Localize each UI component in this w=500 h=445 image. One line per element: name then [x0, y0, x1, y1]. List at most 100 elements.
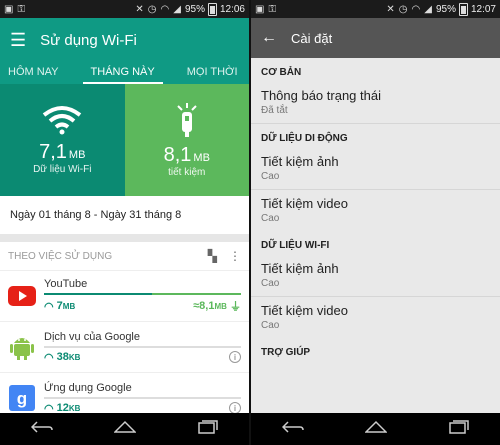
signal-icon: ◢ [173, 3, 181, 15]
back-arrow-icon[interactable]: ← [261, 29, 277, 47]
used-value: 12 [56, 402, 69, 413]
settings-app-bar: ← Cài đặt [251, 18, 500, 58]
used-unit: MB [62, 301, 76, 311]
settings-title: Cài đặt [291, 30, 333, 46]
tab-bar: HÔM NAY THÁNG NÀY MỌI THỜI [0, 62, 249, 84]
navigation-bar [0, 413, 249, 445]
battery-icon [207, 2, 217, 16]
navigation-bar [251, 413, 500, 445]
tab-this-month[interactable]: THÁNG NÀY [82, 66, 163, 84]
usage-bar [44, 293, 241, 295]
section-header-help: TRỢ GIÚP [261, 347, 311, 358]
list-item[interactable]: Dịch vụ của Google ◠ 38 KB i [0, 321, 249, 372]
more-options-icon[interactable]: ⋮ [229, 249, 241, 263]
usage-bar-saved [152, 293, 241, 295]
wifi-small-icon: ◠ [44, 351, 57, 364]
setting-status-notification[interactable]: Thông báo trạng thái Đã tắt [251, 82, 500, 124]
alarm-icon: ◷ [398, 3, 408, 15]
alarm-icon: ◷ [147, 3, 157, 15]
recents-nav-icon[interactable] [198, 419, 218, 439]
list-item[interactable]: g Ứng dụng Google ◠ 12 KB i [0, 372, 249, 413]
wifi-icon: ◠ [160, 3, 170, 15]
battery-icon [458, 2, 468, 16]
saved-data-label: tiết kiệm [168, 167, 206, 178]
left-screen: ▣ ⚿ ✕ ◷ ◠ ◢ 95% 12:06 ☰ Sử dụng Wi-Fi HÔ… [0, 0, 249, 445]
used-value: 38 [56, 351, 69, 363]
key-icon: ⚿ [268, 3, 277, 15]
setting-title: Tiết kiệm video [261, 196, 348, 211]
saved-data-stat: 8,1 MB tiết kiệm [124, 84, 249, 196]
setting-value: Cao [261, 213, 280, 224]
image-notification-icon: ▣ [255, 3, 265, 15]
setting-title: Tiết kiệm ảnh [261, 154, 339, 169]
menu-icon[interactable]: ☰ [10, 30, 26, 51]
wifi-icon: ◠ [411, 3, 421, 15]
setting-mobile-video-saver[interactable]: Tiết kiệm video Cao [251, 190, 500, 231]
home-nav-icon[interactable] [364, 420, 389, 439]
recents-nav-icon[interactable] [449, 419, 469, 439]
section-header-basic: CƠ BẢN [261, 67, 302, 78]
setting-value: Cao [261, 278, 280, 289]
app-usage-list: THEO VIỆC SỬ DỤNG ▚ ⋮ YouTube ◠ 7 MB ≈8,… [0, 242, 249, 413]
youtube-icon [8, 282, 36, 310]
used-unit: KB [68, 403, 81, 413]
setting-value: Cao [261, 320, 280, 331]
app-bar: ☰ Sử dụng Wi-Fi [0, 18, 249, 62]
wifi-data-stat: 7,1 MB Dữ liệu Wi-Fi [0, 84, 125, 196]
wifi-small-icon: ◠ [44, 300, 57, 313]
status-bar: ▣ ⚿ ✕ ◷ ◠ ◢ 95% 12:07 [251, 0, 500, 18]
date-range: Ngày 01 tháng 8 - Ngày 31 tháng 8 [0, 196, 249, 234]
list-header-title: THEO VIỆC SỬ DỤNG [8, 250, 113, 262]
google-icon: g [8, 384, 36, 412]
clock: 12:06 [219, 3, 245, 15]
setting-title: Tiết kiệm video [261, 303, 348, 318]
list-header: THEO VIỆC SỬ DỤNG ▚ ⋮ [0, 242, 249, 270]
android-icon [8, 333, 36, 361]
date-range-text: Ngày 01 tháng 8 - Ngày 31 tháng 8 [10, 209, 182, 221]
tab-today[interactable]: HÔM NAY [0, 66, 67, 84]
wifi-data-value: 7,1 [39, 141, 67, 163]
setting-title: Thông báo trạng thái [261, 88, 381, 103]
right-screen: ▣ ⚿ ✕ ◷ ◠ ◢ 95% 12:07 ← Cài đặt CƠ BẢN T… [251, 0, 500, 445]
app-name: Ứng dụng Google [44, 381, 132, 394]
setting-mobile-image-saver[interactable]: Tiết kiệm ảnh Cao [251, 148, 500, 190]
saver-small-icon: ⏚ [226, 301, 241, 313]
bluetooth-off-icon: ✕ [135, 3, 144, 15]
usage-bar [44, 345, 241, 348]
wifi-small-icon: ◠ [44, 402, 57, 414]
setting-title: Tiết kiệm ảnh [261, 261, 339, 276]
tab-all-time[interactable]: MỌI THỜI [179, 66, 246, 84]
setting-wifi-video-saver[interactable]: Tiết kiệm video Cao [251, 297, 500, 338]
status-bar: ▣ ⚿ ✕ ◷ ◠ ◢ 95% 12:06 [0, 0, 249, 18]
used-unit: KB [68, 352, 81, 362]
data-saver-icon [177, 103, 197, 137]
section-header-mobile-data: DỮ LIỆU DI ĐỘNG [261, 133, 348, 144]
page-title: Sử dụng Wi-Fi [40, 31, 137, 49]
app-name: Dịch vụ của Google [44, 330, 140, 343]
bluetooth-off-icon: ✕ [386, 3, 395, 15]
info-icon[interactable]: i [229, 402, 241, 413]
sort-icon[interactable]: ▚ [208, 249, 217, 263]
key-icon: ⚿ [17, 3, 26, 15]
usage-bar [44, 396, 241, 399]
setting-value: Đã tắt [261, 105, 288, 116]
back-nav-icon[interactable] [281, 420, 304, 438]
home-nav-icon[interactable] [113, 420, 138, 439]
usage-content: 7,1 MB Dữ liệu Wi-Fi 8,1 MB tiết kiệm Ngày… [0, 84, 249, 413]
stats-panel: 7,1 MB Dữ liệu Wi-Fi 8,1 MB tiết kiệm [0, 84, 249, 196]
back-nav-icon[interactable] [30, 420, 53, 438]
settings-list: CƠ BẢN Thông báo trạng thái Đã tắt DỮ LI… [251, 58, 500, 413]
app-name: YouTube [44, 278, 88, 290]
image-notification-icon: ▣ [4, 3, 14, 15]
usage-bar-used [44, 293, 153, 295]
setting-value: Cao [261, 171, 280, 182]
wifi-data-unit: MB [68, 149, 86, 161]
section-header-wifi-data: DỮ LIỆU WI-FI [261, 240, 330, 251]
list-item[interactable]: YouTube ◠ 7 MB ≈8,1 MB ⏚ [0, 270, 249, 321]
wifi-icon [43, 106, 82, 135]
info-icon[interactable]: i [229, 351, 241, 363]
battery-percent: 95% [435, 3, 456, 15]
saved-data-unit: MB [193, 152, 210, 164]
signal-icon: ◢ [424, 3, 432, 15]
setting-wifi-image-saver[interactable]: Tiết kiệm ảnh Cao [251, 255, 500, 297]
